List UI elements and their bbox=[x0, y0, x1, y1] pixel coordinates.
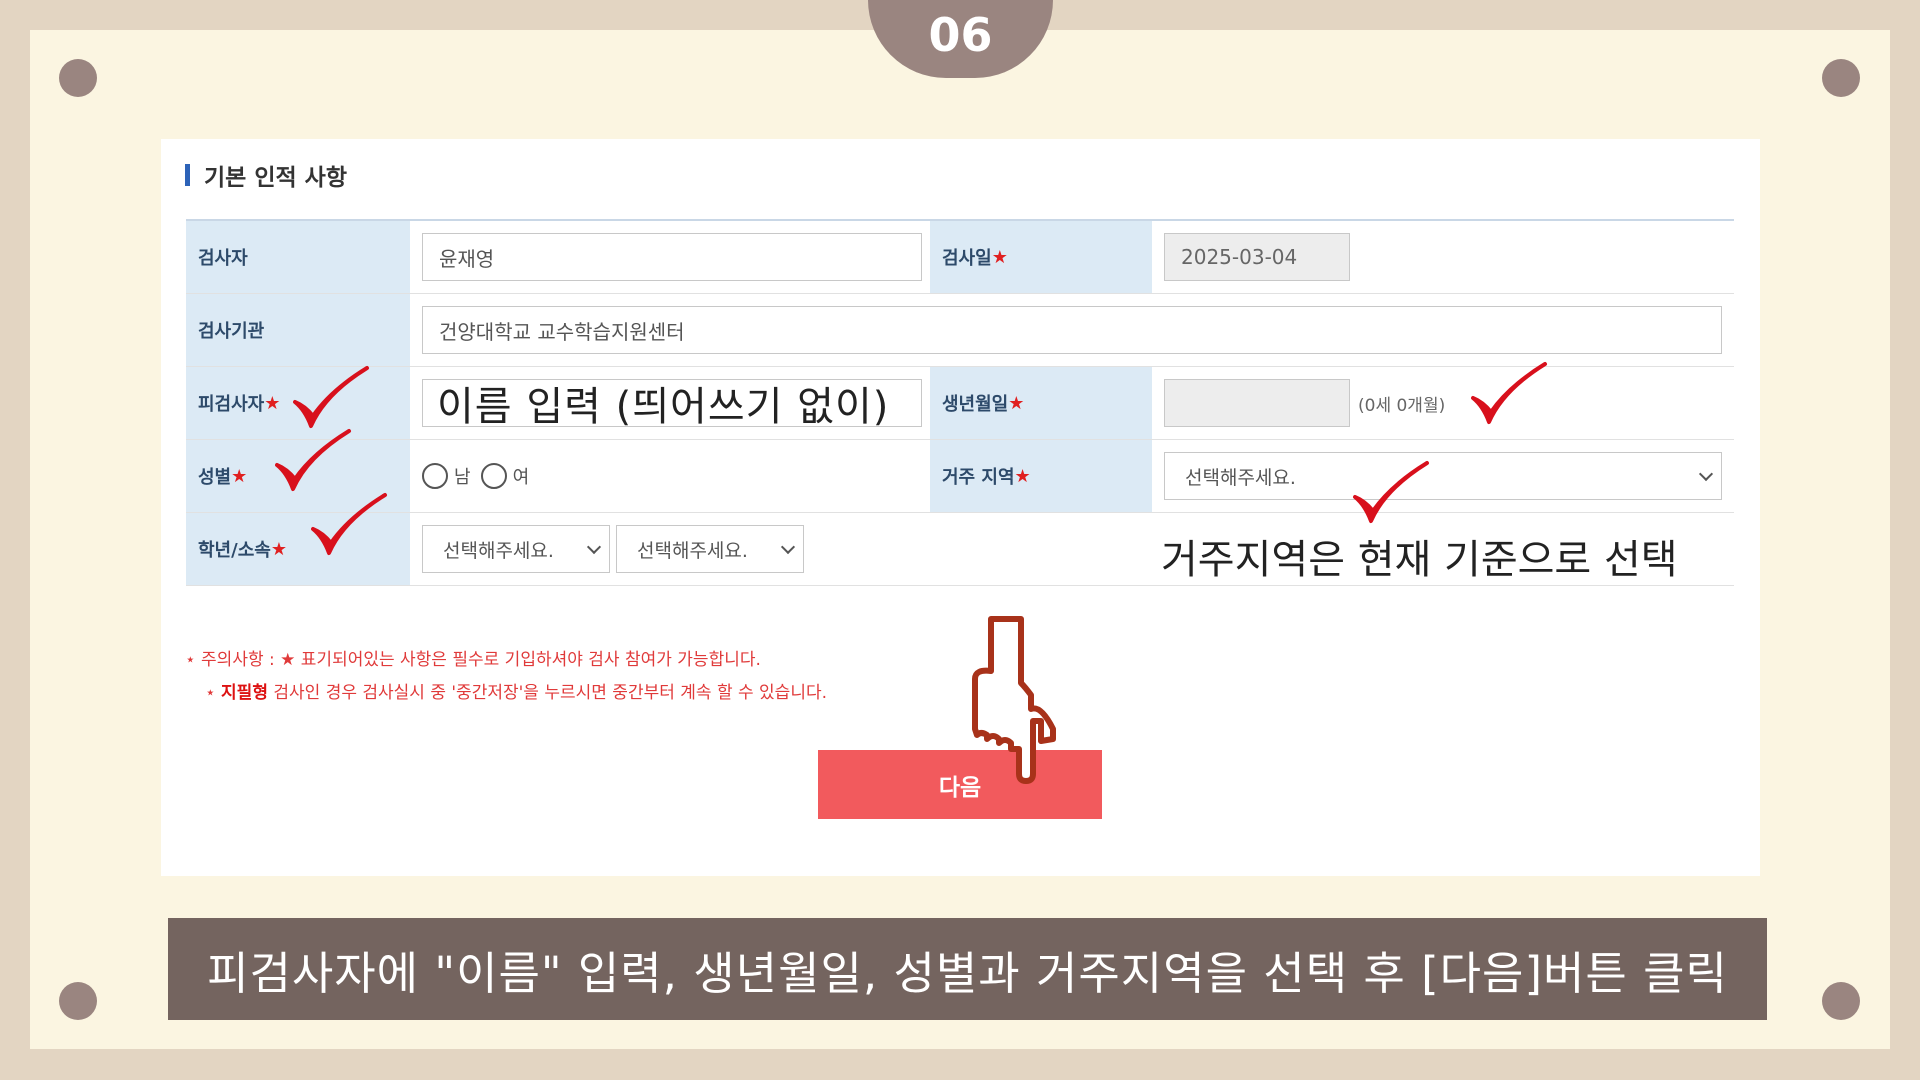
pointing-hand-icon bbox=[972, 616, 1056, 784]
affiliation-select[interactable]: 선택해주세요. bbox=[616, 525, 804, 573]
form-row-subject: 피검사자 ★ 이름 입력 (띄어쓰기 없이) 생년월일 ★ (0세 0개월) bbox=[186, 367, 1734, 440]
institution-input[interactable]: 건양대학교 교수학습지원센터 bbox=[422, 306, 1722, 354]
test-date-label: 검사일 ★ bbox=[930, 221, 1152, 293]
gender-label-male: 남 bbox=[454, 467, 471, 488]
subject-cell: 이름 입력 (띄어쓰기 없이) bbox=[410, 367, 930, 439]
test-date-input: 2025-03-04 bbox=[1164, 233, 1350, 281]
examiner-input[interactable]: 윤재영 bbox=[422, 233, 922, 281]
subject-name-input[interactable]: 이름 입력 (띄어쓰기 없이) bbox=[422, 379, 922, 430]
region-label: 거주 지역 ★ bbox=[930, 440, 1152, 512]
chevron-down-icon bbox=[780, 539, 796, 554]
section-title-text: 기본 인적 사항 bbox=[204, 165, 347, 191]
corner-dot-bottom-left bbox=[59, 982, 97, 1020]
examiner-label: 검사자 bbox=[186, 221, 410, 293]
chevron-down-icon bbox=[586, 539, 602, 554]
subject-name-text: 이름 입력 (띄어쓰기 없이) bbox=[437, 384, 890, 430]
region-select[interactable]: 선택해주세요. bbox=[1164, 452, 1722, 500]
form-row-examiner: 검사자 윤재영 검사일 ★ 2025-03-04 bbox=[186, 221, 1734, 294]
birth-cell: (0세 0개월) bbox=[1152, 367, 1734, 439]
grade-label: 학년/소속 ★ bbox=[186, 513, 410, 585]
institution-label: 검사기관 bbox=[186, 294, 410, 366]
notice-line-1: ⋆ 주의사항 : ★ 표기되어있는 사항은 필수로 기입하셔야 검사 참여가 가… bbox=[185, 650, 761, 670]
screenshot-panel: 기본 인적 사항 검사자 윤재영 검사일 ★ 2025-03-04 검사기관 건양… bbox=[161, 139, 1760, 876]
gender-cell: 남 여 bbox=[410, 440, 930, 512]
grade-select[interactable]: 선택해주세요. bbox=[422, 525, 610, 573]
section-title-bar bbox=[185, 164, 190, 186]
section-title: 기본 인적 사항 bbox=[185, 161, 347, 191]
gender-label: 성별 ★ bbox=[186, 440, 410, 512]
age-text: (0세 0개월) bbox=[1358, 395, 1446, 416]
region-cell: 선택해주세요. bbox=[1152, 440, 1734, 512]
gender-label-female: 여 bbox=[512, 467, 530, 488]
examiner-cell: 윤재영 bbox=[410, 221, 930, 293]
birth-date-input[interactable] bbox=[1164, 379, 1350, 427]
gender-radio-male[interactable] bbox=[422, 463, 448, 489]
corner-dot-top-right bbox=[1822, 59, 1860, 97]
instruction-caption: 피검사자에 "이름" 입력, 생년월일, 성별과 거주지역을 선택 후 [다음]… bbox=[168, 918, 1767, 1020]
birth-label: 생년월일 ★ bbox=[930, 367, 1152, 439]
test-date-cell: 2025-03-04 bbox=[1152, 221, 1734, 293]
institution-cell: 건양대학교 교수학습지원센터 bbox=[410, 294, 1734, 366]
form-row-institution: 검사기관 건양대학교 교수학습지원센터 bbox=[186, 294, 1734, 367]
notice-text: ⋆ 주의사항 : ★ 표기되어있는 사항은 필수로 기입하셔야 검사 참여가 가… bbox=[185, 644, 827, 710]
notice-line-2: ⋆ 지필형 검사인 경우 검사실시 중 '중간저장'을 누르시면 중간부터 계속… bbox=[205, 683, 828, 703]
subject-label: 피검사자 ★ bbox=[186, 367, 410, 439]
region-annotation: 거주지역은 현재 기준으로 선택 bbox=[1161, 537, 1678, 583]
chevron-down-icon bbox=[1698, 466, 1714, 481]
corner-dot-top-left bbox=[59, 59, 97, 97]
step-number: 06 bbox=[928, 8, 993, 62]
form-row-gender: 성별 ★ 남 여 거주 지역 ★ 선택해주세요. bbox=[186, 440, 1734, 513]
corner-dot-bottom-right bbox=[1822, 982, 1860, 1020]
gender-radio-female[interactable] bbox=[480, 463, 507, 489]
